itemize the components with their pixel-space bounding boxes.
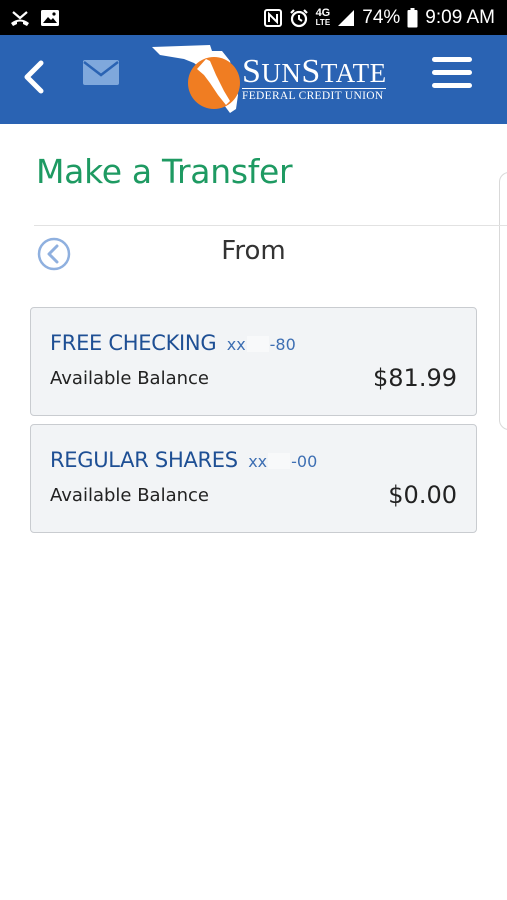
messages-button[interactable] xyxy=(82,57,120,87)
alarm-icon xyxy=(289,8,309,28)
mail-icon xyxy=(83,60,119,85)
account-mask-prefix: xx xyxy=(226,335,246,354)
account-card-regular-shares[interactable]: REGULAR SHARES xx -00 Available Balance $… xyxy=(30,424,477,533)
account-number-masked: xx -00 xyxy=(248,452,317,471)
side-panel-edge xyxy=(499,172,507,430)
nfc-icon xyxy=(263,8,282,27)
page-title: Make a Transfer xyxy=(36,152,293,191)
missed-call-icon xyxy=(10,9,30,27)
app-header: SUNSTATE FEDERAL CREDIT UNION xyxy=(0,35,507,124)
account-card-free-checking[interactable]: FREE CHECKING xx -80 Available Balance $8… xyxy=(30,307,477,416)
account-name: FREE CHECKING xx -80 xyxy=(50,331,296,355)
account-name-label: REGULAR SHARES xyxy=(50,448,238,472)
brand-subtitle: FEDERAL CREDIT UNION xyxy=(242,88,386,102)
balance-value: $81.99 xyxy=(373,364,457,392)
balance-label: Available Balance xyxy=(50,485,209,506)
status-bar-right: 4G LTE 74% 9:09 AM xyxy=(263,6,495,29)
florida-sun-emblem xyxy=(152,45,240,113)
sunstate-logo: SUNSTATE FEDERAL CREDIT UNION xyxy=(150,39,390,119)
battery-icon xyxy=(407,7,418,28)
balance-label: Available Balance xyxy=(50,368,209,389)
redacted-digits xyxy=(246,336,269,352)
account-mask-suffix: -00 xyxy=(291,452,318,471)
battery-percent: 74% xyxy=(362,6,401,28)
network-sub-label: LTE xyxy=(315,18,331,27)
redacted-digits xyxy=(268,453,291,469)
account-mask-prefix: xx xyxy=(248,452,268,471)
clock: 9:09 AM xyxy=(425,6,495,28)
account-number-masked: xx -80 xyxy=(227,335,296,354)
image-notification-icon xyxy=(40,9,60,27)
brand-name-rest: UN xyxy=(261,58,302,88)
hamburger-menu-icon xyxy=(432,57,472,88)
status-bar: 4G LTE 74% 9:09 AM xyxy=(0,0,507,35)
header-back-button[interactable] xyxy=(18,55,50,99)
section-title-from: From xyxy=(221,236,286,266)
title-divider xyxy=(34,225,507,226)
account-name-label: FREE CHECKING xyxy=(50,331,217,355)
back-chevron-icon xyxy=(24,60,44,94)
network-type-icon: 4G LTE xyxy=(316,8,331,27)
hamburger-menu-button[interactable] xyxy=(428,53,476,93)
balance-value: $0.00 xyxy=(388,481,457,509)
account-name: REGULAR SHARES xx -00 xyxy=(50,448,317,472)
status-bar-left xyxy=(10,9,60,27)
account-mask-suffix: -80 xyxy=(269,335,296,354)
signal-icon xyxy=(337,9,355,27)
brand-name: SUNSTATE xyxy=(242,53,387,90)
